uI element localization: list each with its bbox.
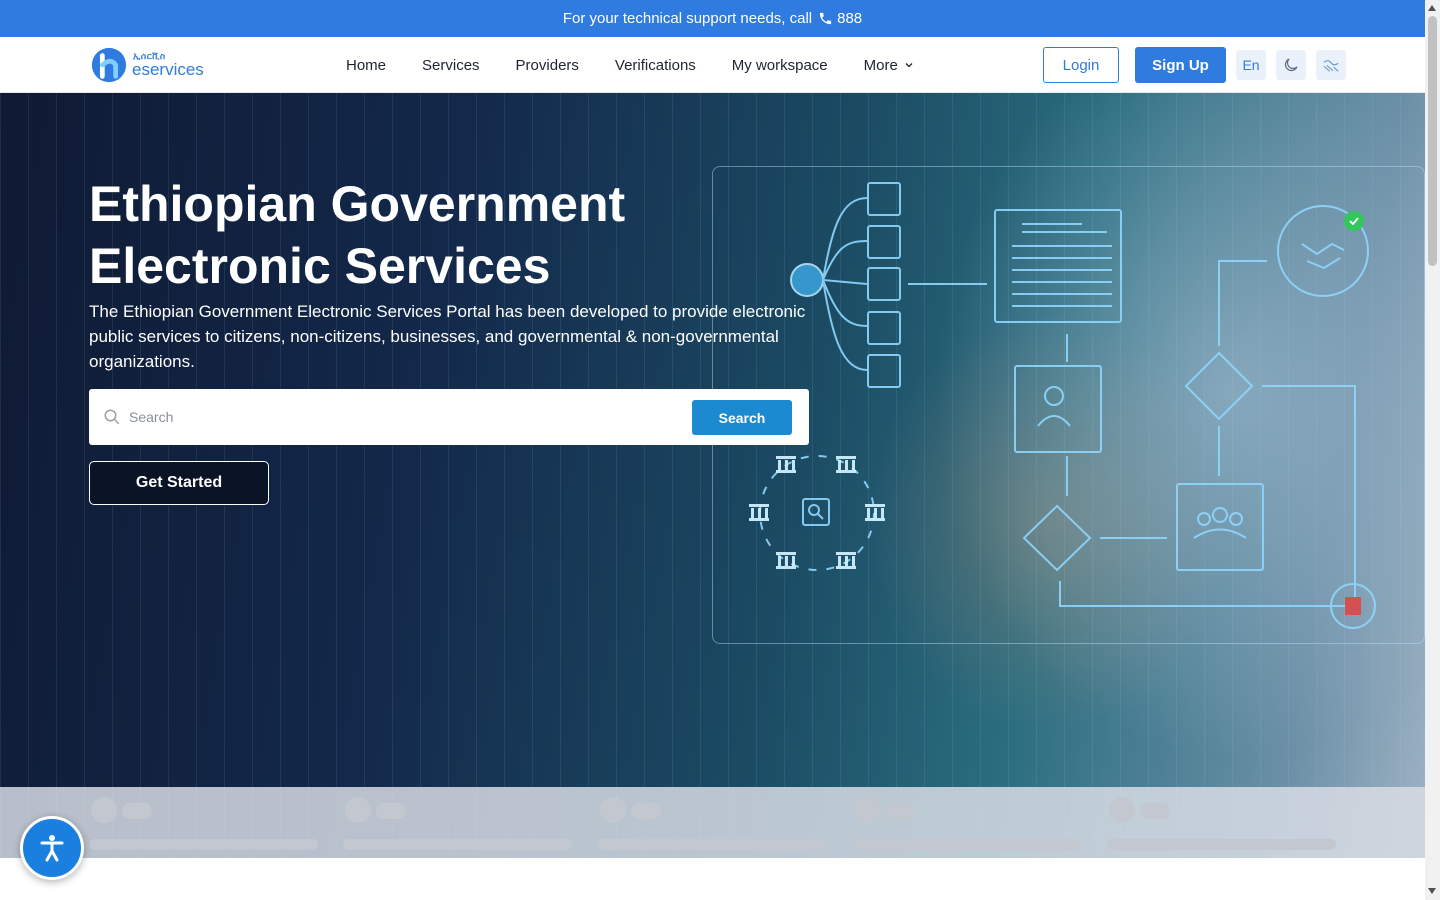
support-bar: For your technical support needs, call 8… — [0, 0, 1425, 37]
dark-mode-toggle[interactable] — [1276, 50, 1306, 80]
nav-more[interactable]: More — [864, 57, 914, 74]
search-input[interactable] — [129, 405, 669, 429]
search-box: Search — [89, 389, 809, 445]
nav-verifications[interactable]: Verifications — [615, 57, 696, 74]
header: ኢሰርቪስ eservices Home Services Providers … — [0, 37, 1425, 93]
nav-services[interactable]: Services — [422, 57, 480, 74]
logo-mark-icon — [91, 47, 127, 83]
search-icon — [104, 409, 120, 425]
accessibility-button[interactable] — [20, 816, 84, 880]
accessibility-settings-icon — [1323, 60, 1339, 72]
chevron-down-icon — [905, 63, 913, 68]
search-button[interactable]: Search — [692, 400, 792, 435]
logo[interactable]: ኢሰርቪስ eservices — [90, 46, 204, 84]
hero-description: The Ethiopian Government Electronic Serv… — [89, 302, 806, 371]
scroll-thumb[interactable] — [1428, 16, 1437, 266]
signup-button[interactable]: Sign Up — [1135, 47, 1226, 83]
scroll-down-arrow[interactable] — [1428, 888, 1436, 894]
nav-providers[interactable]: Providers — [516, 57, 579, 74]
scroll-up-arrow[interactable] — [1428, 5, 1436, 11]
get-started-button[interactable]: Get Started — [89, 461, 269, 505]
support-phone-number: 888 — [837, 10, 863, 27]
support-text: For your technical support needs, call — [562, 10, 813, 27]
header-actions: Login Sign Up En — [1043, 47, 1346, 83]
nav-home[interactable]: Home — [346, 57, 386, 74]
services-network-illustration — [749, 182, 1376, 629]
support-phone[interactable]: 888 — [818, 10, 862, 27]
nav-more-label: More — [863, 56, 898, 74]
nav-workspace[interactable]: My workspace — [732, 57, 828, 74]
hero-title: Ethiopian Government Electronic Services — [89, 176, 626, 294]
services-skeleton-strip — [0, 787, 1425, 858]
accessibility-icon — [40, 835, 64, 862]
accessibility-settings-button[interactable] — [1316, 50, 1346, 80]
page-scrollbar[interactable] — [1425, 0, 1440, 900]
language-toggle[interactable]: En — [1236, 50, 1266, 80]
login-button[interactable]: Login — [1043, 47, 1119, 83]
hero-section: Ethiopian Government Electronic Services… — [0, 93, 1425, 858]
logo-text: eservices — [132, 60, 204, 79]
moon-icon — [1284, 58, 1298, 72]
phone-icon — [820, 12, 832, 25]
main-nav: Home Services Providers Verifications My… — [346, 37, 914, 93]
